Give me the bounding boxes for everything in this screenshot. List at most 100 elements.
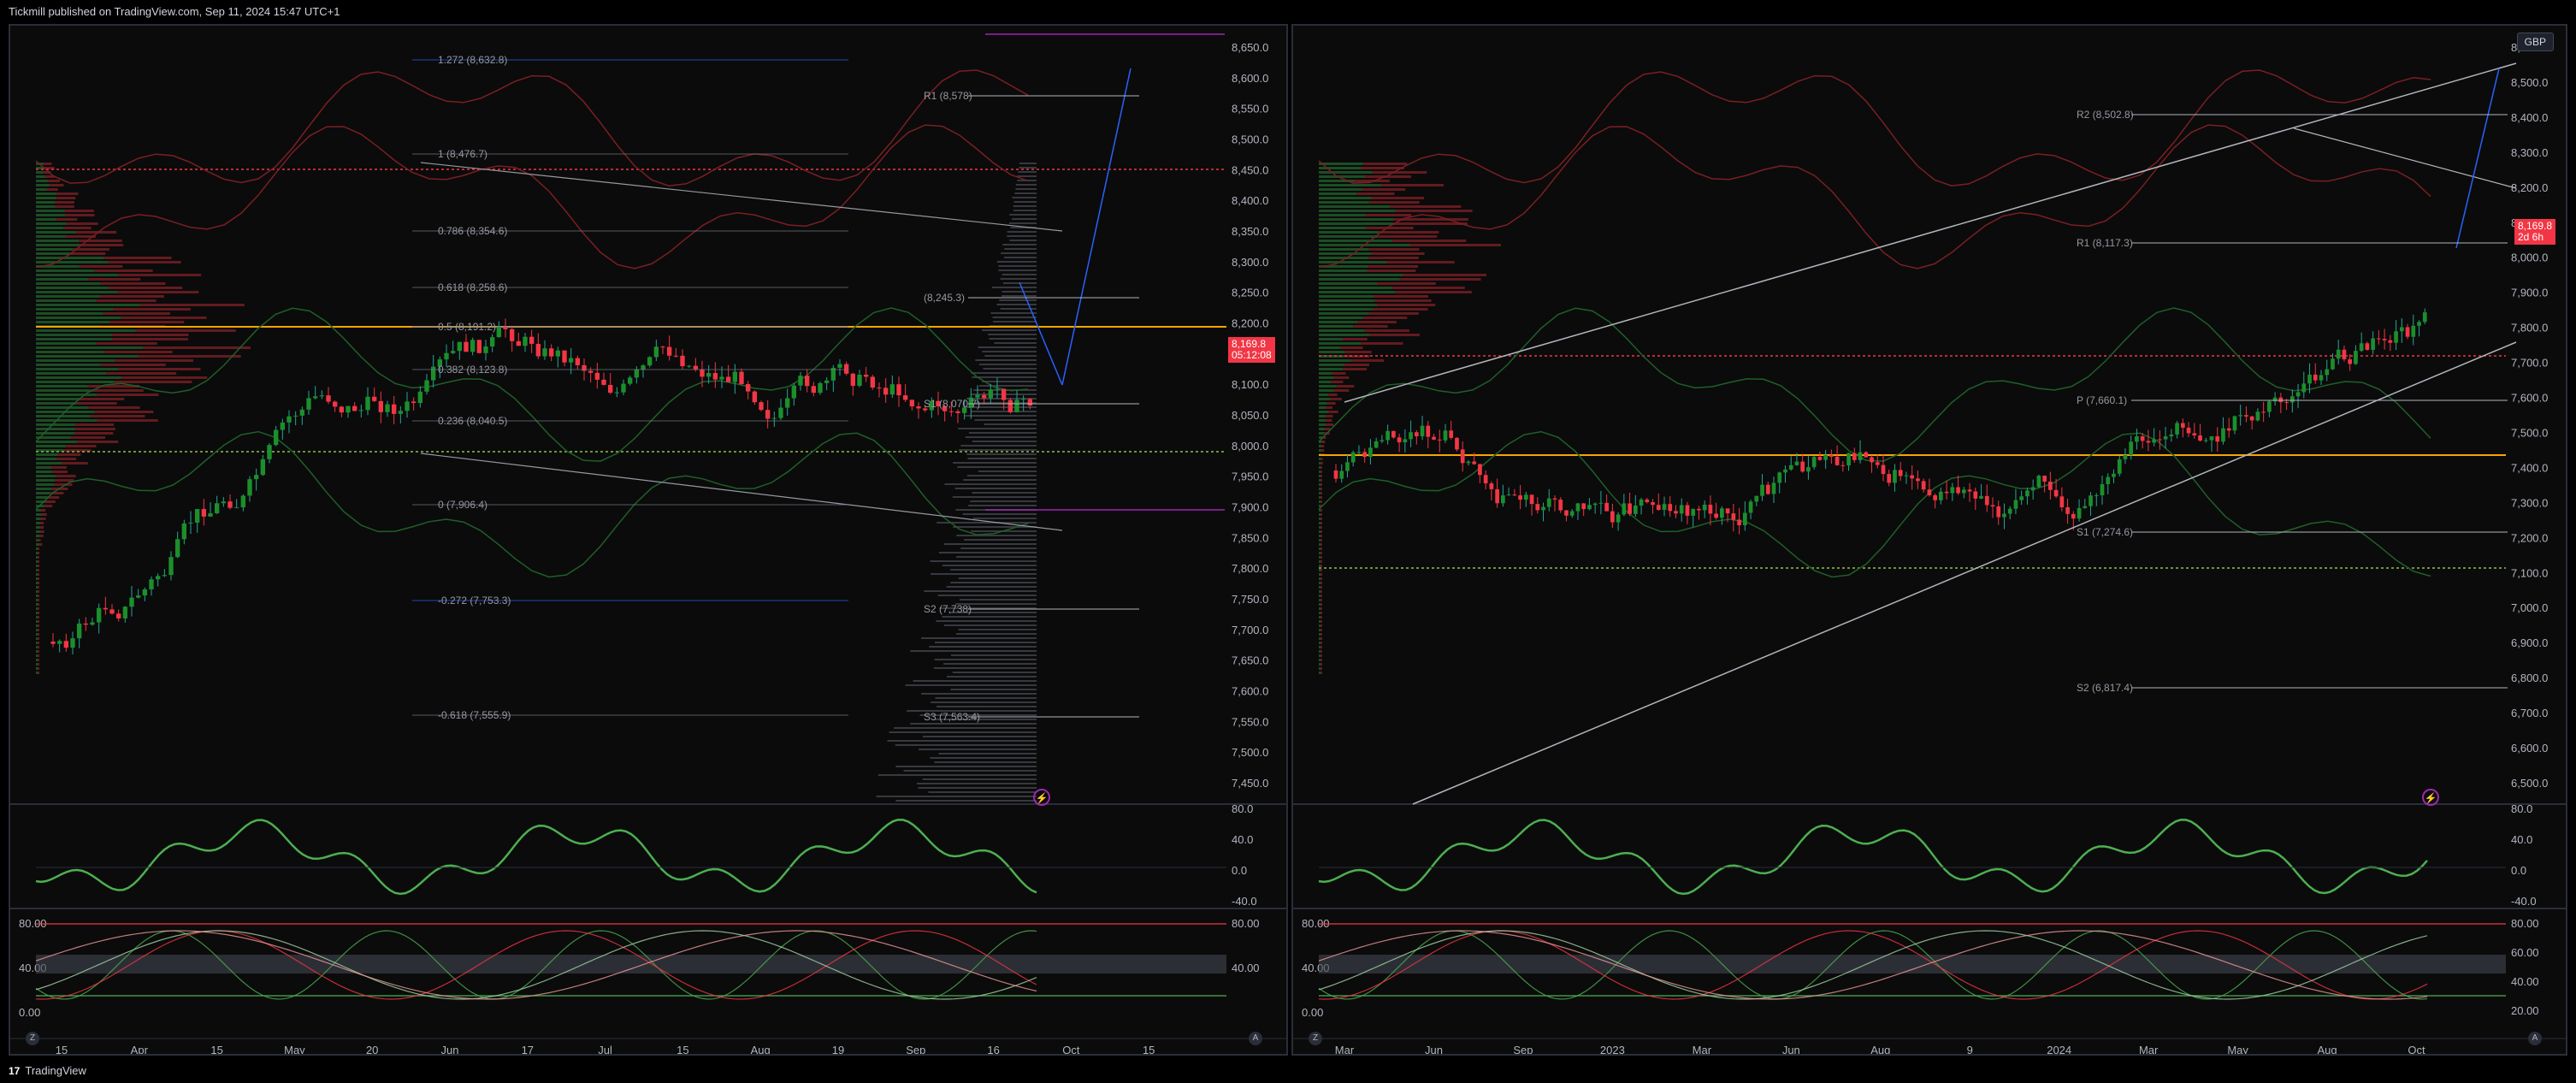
- volume-profile-bar: [36, 291, 118, 293]
- volume-profile-bar: [1320, 518, 1322, 520]
- volume-profile-bar: [928, 791, 1037, 793]
- volume-profile-bar: [1328, 411, 1338, 413]
- volume-profile-bar: [1319, 612, 1320, 614]
- volume-profile-bar: [958, 577, 1037, 579]
- volume-profile-bar: [1319, 278, 1400, 281]
- candle-body: [1685, 505, 1690, 516]
- time-axis-label: 15: [1143, 1044, 1155, 1054]
- volume-profile-bar: [97, 394, 159, 396]
- volume-profile-bar: [1371, 197, 1424, 199]
- candle-body: [1564, 510, 1569, 516]
- candle-body: [2272, 397, 2278, 402]
- envelope-band-line: [1318, 69, 2431, 186]
- candle-body: [2152, 439, 2156, 443]
- candle-body: [1380, 440, 1385, 441]
- volume-profile-bar: [1319, 274, 1403, 276]
- volume-profile-bar: [974, 419, 1037, 421]
- candle-body: [2348, 359, 2353, 364]
- volume-profile-bar: [1319, 620, 1320, 623]
- candle-body: [2301, 383, 2307, 393]
- candle-body: [201, 509, 207, 517]
- volume-profile-bar: [947, 676, 1037, 678]
- zoom-reset-button[interactable]: Z: [1309, 1032, 1322, 1045]
- left-chart-pane[interactable]: 8,650.0 8,600.0 8,550.0 8,500.0 8,450.0 8,400…: [9, 24, 1288, 1056]
- volume-profile-bar: [1320, 582, 1322, 584]
- volume-profile-bar: [1319, 624, 1320, 627]
- candle-body: [647, 357, 653, 366]
- candle-body: [1558, 500, 1563, 511]
- tradingview-logo[interactable]: 17 TradingView: [9, 1064, 86, 1077]
- candle-body: [2289, 396, 2295, 403]
- candle-body: [1014, 399, 1019, 412]
- volume-profile-bar: [36, 376, 122, 379]
- volume-profile-bar: [1319, 325, 1354, 328]
- volume-profile-bar: [989, 338, 1037, 340]
- candle-body: [1788, 465, 1793, 470]
- volume-profile-bar: [970, 500, 1037, 502]
- osc1-axis-label: 80.0: [2511, 802, 2532, 815]
- candle-body: [326, 395, 331, 402]
- volume-profile-bar: [108, 261, 181, 263]
- volume-profile-bar: [36, 368, 119, 370]
- volume-profile-bar: [1373, 171, 1427, 174]
- time-axis-label: 16: [987, 1044, 999, 1054]
- right-chart-canvas[interactable]: 8,600.08,500.08,400.08,300.08,200.08,100…: [1293, 26, 2566, 1054]
- candle-body: [1333, 470, 1338, 479]
- volume-profile-bar: [1320, 552, 1322, 554]
- fib-level-label: 1.272 (8,632.8): [438, 54, 507, 66]
- zoom-reset-button[interactable]: Z: [26, 1032, 39, 1045]
- volume-profile-bar: [38, 620, 39, 623]
- volume-profile-bar: [36, 419, 97, 422]
- lightning-icon[interactable]: ⚡: [1033, 789, 1050, 806]
- volume-profile-bar: [1320, 633, 1322, 636]
- volume-profile-bar: [58, 453, 81, 456]
- candle-body: [1409, 432, 1413, 440]
- price-axis-label: 7,600.0: [1232, 685, 1268, 698]
- candle-body: [955, 411, 960, 413]
- volume-profile-bar: [1319, 462, 1321, 465]
- stoch-band: [36, 955, 1226, 974]
- osc2-axis-label-left: 0.00: [1302, 1006, 1323, 1019]
- candle-body: [1426, 425, 1431, 437]
- volume-profile-bar: [38, 642, 39, 644]
- volume-profile-bar: [1344, 364, 1370, 366]
- top-bar: Tickmill published on TradingView.com, S…: [0, 0, 2576, 24]
- candle-body: [1587, 505, 1592, 510]
- volume-profile-bar: [103, 312, 170, 315]
- volume-profile-bar: [67, 222, 98, 225]
- candle-body: [2278, 397, 2284, 403]
- volume-profile-bar: [1399, 278, 1481, 281]
- candle-body: [1616, 514, 1621, 523]
- candle-body: [712, 373, 718, 380]
- volume-profile-bar: [1320, 616, 1322, 618]
- currency-button[interactable]: GBP: [2516, 33, 2554, 51]
- candle-body: [2331, 358, 2335, 370]
- volume-profile-bar: [929, 646, 1037, 648]
- lightning-icon[interactable]: ⚡: [2422, 789, 2439, 806]
- left-chart-canvas[interactable]: 8,650.0 8,600.0 8,550.0 8,500.0 8,450.0 8,400…: [10, 26, 1286, 1054]
- volume-profile-bar: [36, 235, 66, 238]
- volume-profile-bar: [1351, 359, 1385, 362]
- price-axis-label: 6,500.0: [2511, 777, 2548, 790]
- volume-profile-bar: [916, 783, 1037, 784]
- price-axis-label: 7,900.0: [2511, 287, 2548, 299]
- volume-profile-bar: [992, 321, 1037, 323]
- volume-profile-bar: [1320, 599, 1322, 601]
- volume-profile-bar: [1362, 188, 1406, 191]
- auto-scale-button[interactable]: A: [1249, 1032, 1262, 1045]
- volume-profile-bar: [1333, 389, 1350, 392]
- auto-scale-button[interactable]: A: [2528, 1032, 2542, 1045]
- right-chart-pane[interactable]: 8,600.08,500.08,400.08,300.08,200.08,100…: [1291, 24, 2567, 1056]
- volume-profile-bar: [953, 526, 1037, 528]
- candle-body: [1489, 483, 1494, 489]
- volume-profile-bar: [36, 394, 97, 396]
- candle-body: [791, 385, 797, 399]
- volume-profile-bar: [38, 547, 39, 550]
- volume-profile-bar: [36, 616, 38, 618]
- volume-profile-bar: [1368, 334, 1420, 336]
- candle-body: [1846, 453, 1851, 466]
- osc2-axis-label-right: 60.00: [2511, 946, 2539, 959]
- candle-body: [2100, 483, 2105, 496]
- candle-body: [129, 597, 134, 607]
- candle-body: [1939, 491, 1943, 500]
